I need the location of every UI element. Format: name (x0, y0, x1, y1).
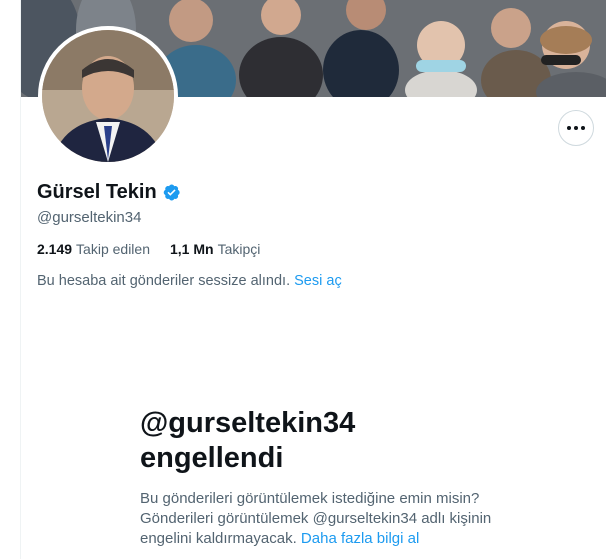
profile-avatar[interactable] (38, 26, 178, 166)
blocked-title-handle: @gurseltekin34 (140, 407, 356, 439)
following-label: Takip edilen (76, 241, 150, 257)
followers-link[interactable]: 1,1 Mn Takipçi (170, 241, 260, 257)
profile-stats: 2.149 Takip edilen 1,1 Mn Takipçi (37, 241, 260, 257)
unmute-link[interactable]: Sesi aç (294, 273, 342, 289)
following-count: 2.149 (37, 241, 73, 257)
followers-label: Takipçi (217, 241, 261, 257)
blocked-description: Bu gönderileri görüntülemek istediğine e… (140, 489, 520, 549)
blocked-title: @gurseltekin34 engellendi (140, 406, 520, 476)
blocked-title-status: engellendi (140, 442, 284, 474)
more-options-button[interactable] (558, 110, 594, 146)
avatar-image (42, 30, 174, 162)
followers-count: 1,1 Mn (169, 241, 214, 257)
profile-name-row: Gürsel Tekin (37, 181, 181, 204)
learn-more-link[interactable]: Daha fazla bilgi al (301, 530, 419, 547)
muted-message: Bu hesaba ait gönderiler sessize alındı. (37, 273, 291, 289)
profile-page: Gürsel Tekin @gurseltekin34 2.149 Takip … (0, 0, 606, 559)
blocked-notice: @gurseltekin34 engellendi Bu gönderileri… (140, 406, 520, 549)
verified-badge-icon[interactable] (162, 183, 181, 202)
profile-handle: @gurseltekin34 (37, 209, 142, 226)
more-horizontal-icon (567, 126, 585, 130)
muted-notice: Bu hesaba ait gönderiler sessize alındı.… (37, 273, 342, 289)
display-name: Gürsel Tekin (37, 181, 157, 203)
following-link[interactable]: 2.149 Takip edilen (37, 241, 150, 257)
